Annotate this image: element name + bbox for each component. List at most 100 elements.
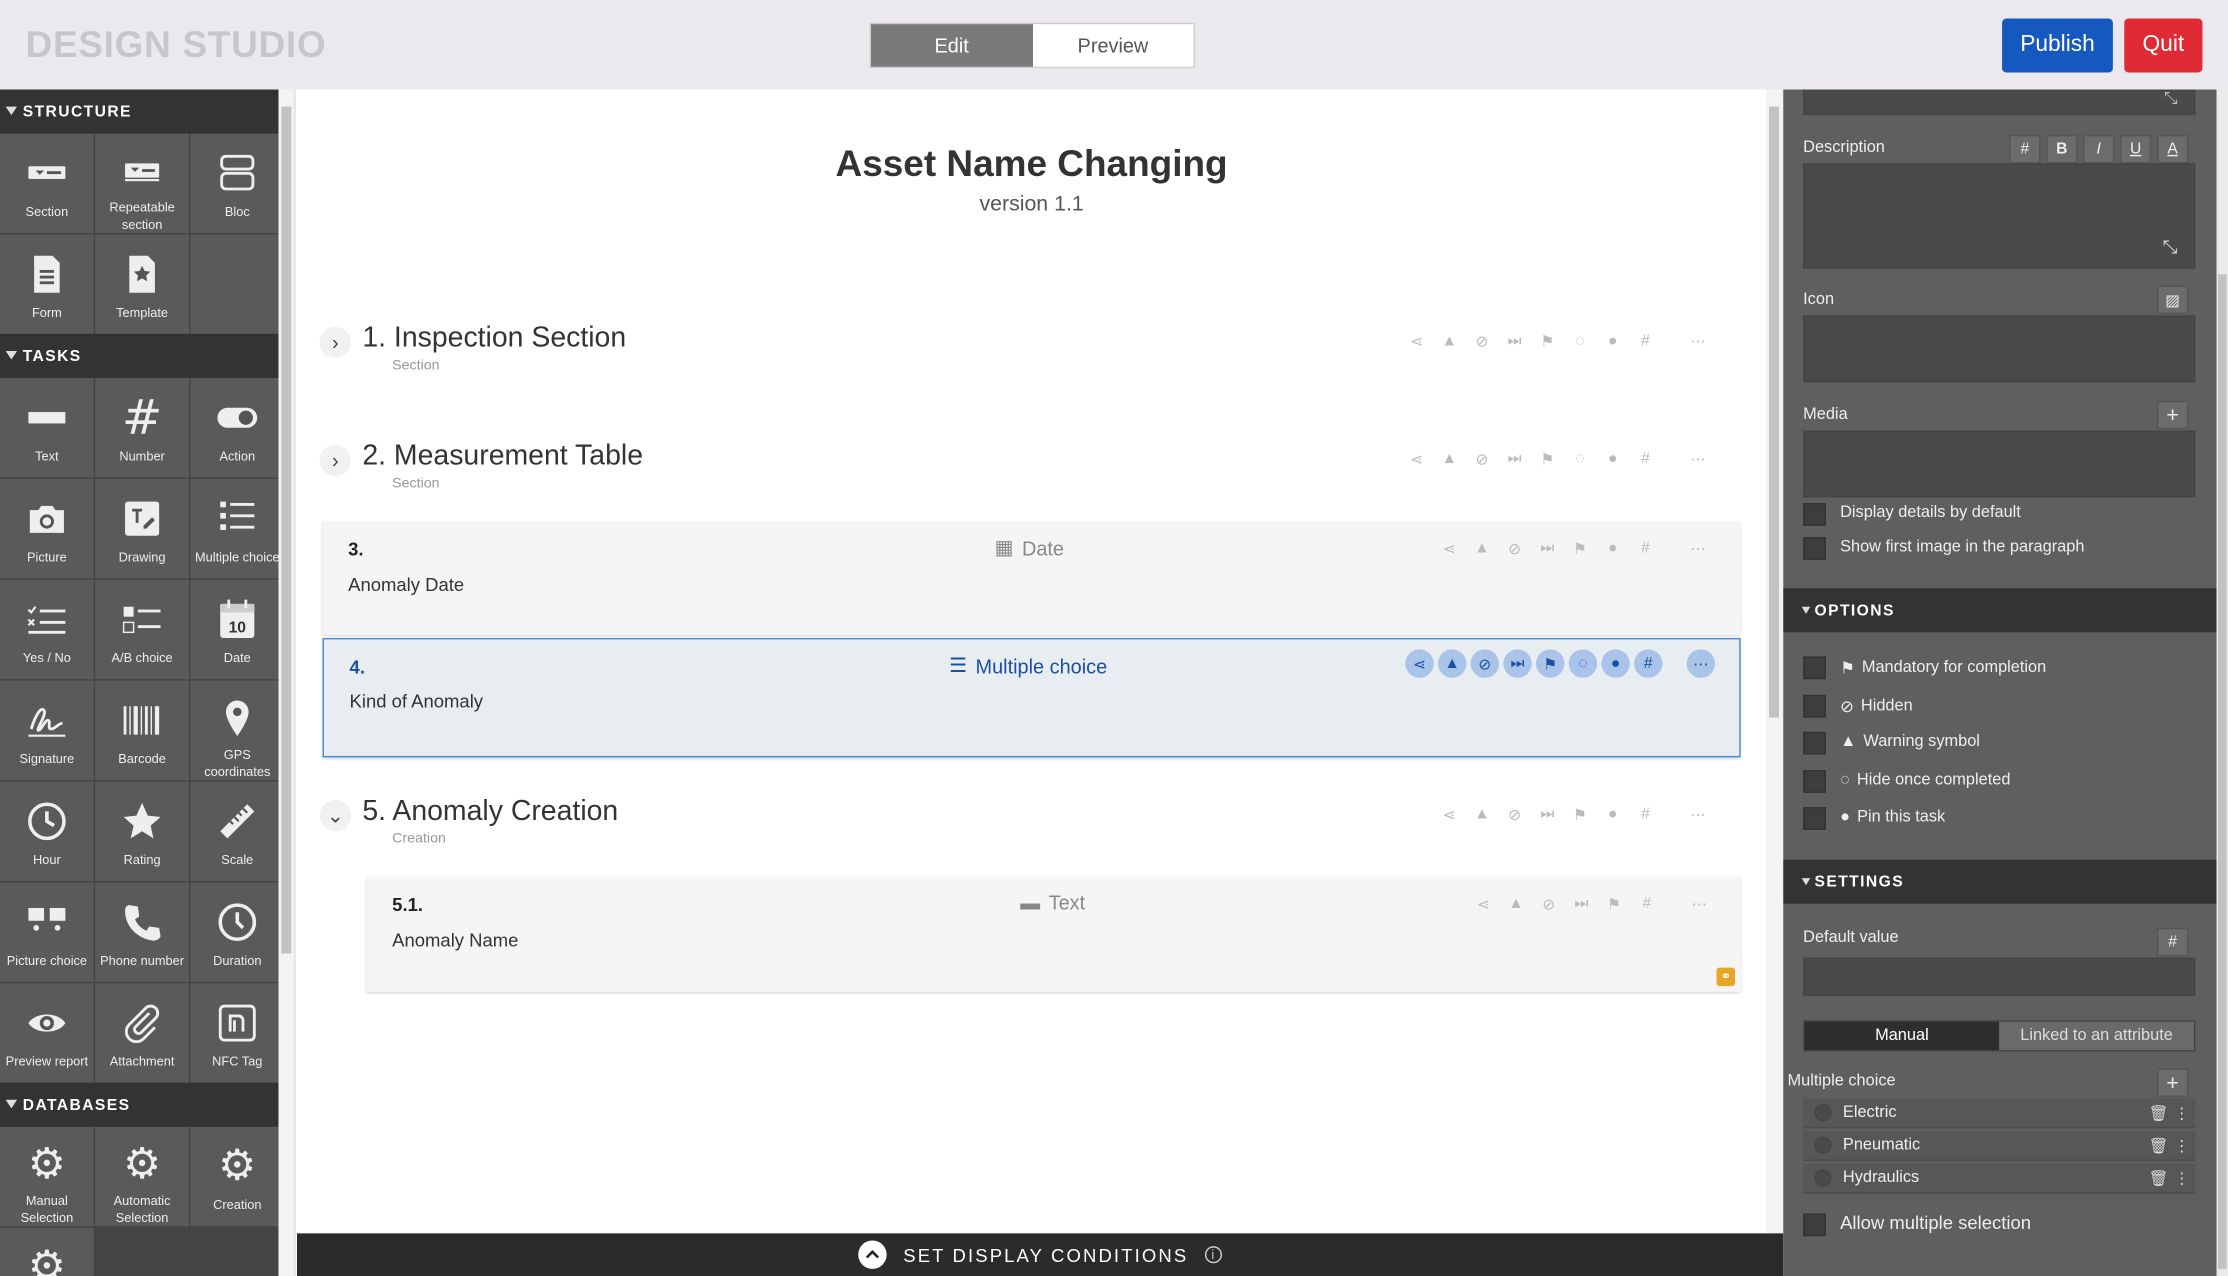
underline-button[interactable]: U (2120, 134, 2152, 164)
palette-item-duration[interactable]: Duration (190, 882, 279, 982)
choice-item[interactable]: Pneumatic 🗑 ⋮ (1803, 1131, 2196, 1161)
task-card[interactable]: 5.1. ▬ Text Anomaly Name ⋖ ▲ ⊘ ⏭ ⚑ # ⋯ ⚭ (366, 876, 1741, 992)
show-first-image-checkbox[interactable] (1803, 537, 1826, 560)
pin-checkbox[interactable] (1803, 807, 1826, 830)
palette-scrollbar[interactable] (278, 89, 296, 1276)
section-row[interactable]: › 2. Measurement Table Section ⋖ ▲ ⊘ ⏭ ⚑ ◌ ● # ⋯ (319, 440, 1741, 502)
warning-checkbox[interactable] (1803, 731, 1826, 755)
allow-multiple-checkbox[interactable] (1803, 1213, 1826, 1237)
branch-icon[interactable]: ⋖ (1405, 649, 1434, 678)
drag-handle-icon[interactable]: ⋮ (2174, 1169, 2190, 1187)
more-icon[interactable]: ⋯ (1686, 649, 1716, 678)
image-icon[interactable]: ▨ (2156, 285, 2189, 315)
publish-button[interactable]: Publish (2002, 18, 2113, 73)
default-value-input[interactable] (1803, 957, 2196, 997)
branch-icon[interactable]: ⋖ (1435, 800, 1463, 828)
pin-icon[interactable]: ● (1601, 649, 1630, 678)
pin-icon[interactable]: ● (1599, 327, 1627, 355)
mandatory-checkbox[interactable] (1803, 656, 1826, 680)
palette-item-signature[interactable]: Signature (0, 680, 94, 781)
hidden-checkbox[interactable] (1803, 694, 1826, 718)
palette-item-action[interactable]: Action (190, 377, 279, 478)
bold-button[interactable]: B (2046, 134, 2078, 164)
section-row[interactable]: ⌄ 5. Anomaly Creation Creation ⋖ ▲ ⊘ ⏭ ⚑ ● # ⋯ (319, 796, 1741, 857)
hidden-icon[interactable]: ⊘ (1470, 649, 1500, 678)
palette-item-number[interactable]: # Number (95, 377, 189, 478)
warning-icon[interactable]: ▲ (1437, 649, 1467, 678)
text-color-button[interactable]: A (2156, 134, 2189, 164)
palette-item-repeatable-section[interactable]: Repeatable section (95, 133, 189, 234)
more-icon[interactable]: ⋯ (1684, 800, 1712, 828)
task-card[interactable]: 3. ▦ Date Anomaly Date ⋖ ▲ ⊘ ⏭ ⚑ ● # ⋯ (322, 521, 1741, 636)
palette-item-picture[interactable]: Picture (0, 478, 94, 579)
category-structure[interactable]: STRUCTURE (0, 89, 279, 134)
palette-item-ab-choice[interactable]: A/B choice (95, 579, 189, 680)
warning-icon[interactable]: ▲ (1502, 890, 1530, 918)
info-icon[interactable]: i (1205, 1246, 1223, 1264)
hidden-icon[interactable]: ⊘ (1500, 534, 1528, 562)
palette-item-preview-report[interactable]: Preview report (0, 983, 94, 1083)
hidden-icon[interactable]: ⊘ (1500, 800, 1528, 828)
palette-item-section[interactable]: Section (0, 133, 94, 234)
warning-icon[interactable]: ▲ (1468, 800, 1496, 828)
skip-icon[interactable]: ⏭ (1533, 800, 1561, 828)
linked-attribute-button[interactable]: Linked to an attribute (1999, 1021, 2194, 1051)
pin-icon[interactable]: ● (1599, 800, 1627, 828)
hide-completed-checkbox[interactable] (1803, 770, 1826, 793)
hash-icon[interactable]: # (1631, 445, 1659, 473)
resize-icon[interactable]: ⤡ (2163, 236, 2178, 259)
skip-icon[interactable]: ⏭ (1500, 327, 1528, 355)
branch-icon[interactable]: ⋖ (1435, 534, 1463, 562)
category-databases[interactable]: DATABASES (0, 1082, 279, 1127)
branch-icon[interactable]: ⋖ (1402, 445, 1430, 473)
palette-item-form[interactable]: Form (0, 234, 94, 334)
trash-icon[interactable]: 🗑 (2148, 1169, 2168, 1187)
options-header[interactable]: OPTIONS (1783, 588, 2217, 633)
skip-icon[interactable]: ⏭ (1500, 445, 1528, 473)
palette-item-rating[interactable]: Rating (95, 781, 189, 881)
flag-icon[interactable]: ⚑ (1533, 327, 1561, 355)
choice-item[interactable]: Electric 🗑 ⋮ (1803, 1098, 2196, 1129)
drag-handle-icon[interactable]: ⋮ (2174, 1103, 2190, 1122)
title-field[interactable] (1803, 89, 2196, 116)
palette-item-creation[interactable]: ⚙ Creation (190, 1126, 279, 1227)
hash-icon[interactable]: # (1631, 800, 1659, 828)
flag-icon[interactable]: ⚑ (1533, 445, 1561, 473)
add-media-button[interactable]: + (2156, 400, 2189, 430)
settings-header[interactable]: SETTINGS (1783, 859, 2217, 904)
warning-icon[interactable]: ▲ (1435, 327, 1463, 355)
hash-icon[interactable]: # (1633, 890, 1661, 918)
palette-item-multiple-choice[interactable]: Multiple choice (190, 478, 279, 579)
hidden-icon[interactable]: ⊘ (1468, 445, 1496, 473)
warning-icon[interactable]: ▲ (1468, 534, 1496, 562)
display-details-checkbox[interactable] (1803, 503, 1826, 526)
more-icon[interactable]: ⋯ (1684, 445, 1712, 473)
hash-icon[interactable]: # (1631, 327, 1659, 355)
link-icon[interactable]: ⚭ (1716, 967, 1735, 987)
quit-button[interactable]: Quit (2124, 18, 2203, 73)
hidden-icon[interactable]: ⊘ (1535, 890, 1563, 918)
drag-handle-icon[interactable]: ⋮ (2174, 1136, 2190, 1154)
choice-item[interactable]: Hydraulics 🗑 ⋮ (1803, 1163, 2196, 1194)
hash-icon[interactable]: # (1634, 649, 1663, 678)
description-textarea[interactable] (1803, 163, 2196, 269)
pin-icon[interactable]: ● (1599, 445, 1627, 473)
hide-completed-icon[interactable]: ◌ (1566, 327, 1594, 355)
manual-mode-button[interactable]: Manual (1804, 1021, 2000, 1051)
flag-icon[interactable]: ⚑ (1600, 890, 1628, 918)
palette-item-automatic-selection[interactable]: ⚙ Automatic Selection (95, 1126, 189, 1227)
hash-format-button[interactable]: # (2009, 134, 2041, 164)
skip-icon[interactable]: ⏭ (1567, 890, 1595, 918)
palette-item-phone-number[interactable]: Phone number (95, 882, 189, 982)
hash-icon[interactable]: # (1631, 534, 1659, 562)
palette-item-hour[interactable]: Hour (0, 781, 94, 881)
palette-item-manual-selection[interactable]: ⚙ Manual Selection (0, 1126, 94, 1227)
pin-icon[interactable]: ● (1599, 534, 1627, 562)
branch-icon[interactable]: ⋖ (1469, 890, 1497, 918)
display-conditions-bar[interactable]: SET DISPLAY CONDITIONS i (296, 1233, 1784, 1276)
hidden-icon[interactable]: ⊘ (1468, 327, 1496, 355)
form-title[interactable]: Asset Name Changing (297, 142, 1766, 186)
palette-item-nfc-tag[interactable]: NFC Tag (190, 983, 279, 1083)
palette-item-attachment[interactable]: Attachment (95, 983, 189, 1083)
flag-icon[interactable]: ⚑ (1566, 800, 1594, 828)
